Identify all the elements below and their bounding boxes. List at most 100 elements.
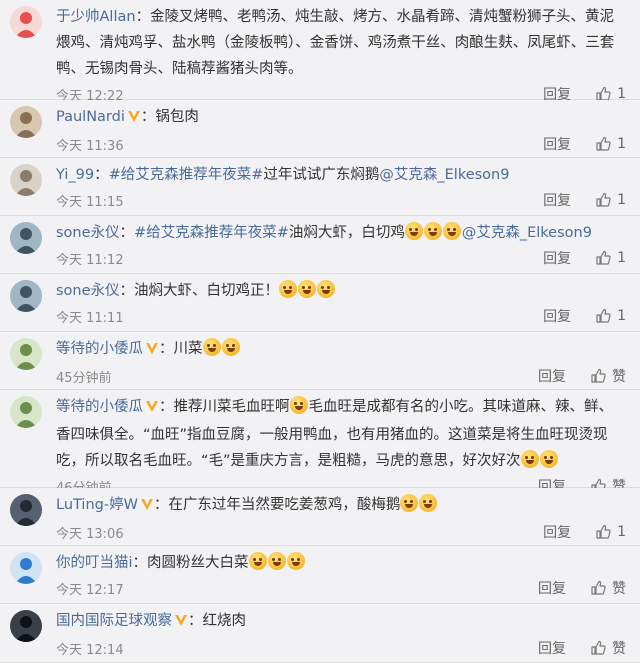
avatar[interactable] xyxy=(10,106,42,138)
like-button[interactable]: 赞 xyxy=(590,638,626,658)
timestamp: 今天 12:14 xyxy=(56,642,124,658)
like-button[interactable]: 1 xyxy=(595,192,626,208)
comment-actions: 回复 1 xyxy=(543,134,626,154)
comment-meta: 今天 13:06 回复 1 xyxy=(56,520,626,544)
mention-link[interactable]: @艾克森_Elkeson9 xyxy=(462,225,592,241)
thumbs-up-icon xyxy=(596,192,611,207)
comment-body: 锅包肉 xyxy=(155,109,199,125)
avatar[interactable] xyxy=(10,552,42,584)
comment-actions: 回复 赞 xyxy=(538,638,626,658)
comment-text: 于少帅Allan：金陵叉烤鸭、老鸭汤、炖生敲、烤方、水晶肴蹄、清炖蟹粉狮子头、黄… xyxy=(56,9,615,77)
username-link[interactable]: 你的叮当猫i xyxy=(56,555,133,571)
comment-item: sone永仪：#给艾克森推荐年夜菜#油焖大虾，白切鸡 @艾克森_Elkeson9 今… xyxy=(0,216,640,274)
avatar[interactable] xyxy=(10,164,42,196)
verified-badge-icon xyxy=(145,338,159,364)
username-link[interactable]: Yi_99 xyxy=(56,167,94,183)
avatar[interactable] xyxy=(10,494,42,526)
like-count: 1 xyxy=(617,308,626,324)
comment-text: sone永仪：油焖大虾、白切鸡正！ xyxy=(56,278,626,304)
hashtag-link[interactable]: #给艾克森推荐年夜菜# xyxy=(109,167,264,183)
emoji-icon xyxy=(289,396,308,414)
avatar[interactable] xyxy=(10,6,42,38)
comment-body: 川菜 xyxy=(173,341,203,357)
comment-meta: 今天 11:15 回复 1 xyxy=(56,188,626,212)
thumbs-up-icon xyxy=(591,368,606,383)
username-link[interactable]: sone永仪 xyxy=(56,283,120,299)
like-count: 1 xyxy=(617,524,626,540)
comment-text: sone永仪：#给艾克森推荐年夜菜#油焖大虾，白切鸡 @艾克森_Elkeson9 xyxy=(56,220,626,246)
comment-text: PaulNardi ：锅包肉 xyxy=(56,104,626,132)
thumbs-up-icon xyxy=(596,250,611,265)
comment-actions: 回复 赞 xyxy=(538,366,626,386)
comment-body: 金陵叉烤鸭、老鸭汤、炖生敲、烤方、水晶肴蹄、清炖蟹粉狮子头、黄泥煨鸡、清炖鸡孚、… xyxy=(56,9,615,77)
like-button[interactable]: 赞 xyxy=(590,578,626,598)
like-button[interactable]: 1 xyxy=(595,250,626,266)
mention-link[interactable]: @艾克森_Elkeson9 xyxy=(379,167,509,183)
reply-button[interactable]: 回复 xyxy=(538,638,566,658)
like-count: 赞 xyxy=(612,641,626,657)
username-link[interactable]: LuTing-婷W xyxy=(56,497,138,513)
comment-item: PaulNardi ：锅包肉今天 11:36 回复 1 xyxy=(0,100,640,158)
emoji-icon xyxy=(248,552,267,570)
like-count: 赞 xyxy=(612,369,626,385)
comment-actions: 回复 1 xyxy=(543,190,626,210)
username-link[interactable]: 等待的小倭瓜 xyxy=(56,399,143,415)
timestamp: 今天 11:36 xyxy=(56,138,124,154)
verified-badge-icon xyxy=(145,396,159,422)
like-count: 1 xyxy=(617,250,626,266)
avatar[interactable] xyxy=(10,396,42,428)
like-count: 1 xyxy=(617,192,626,208)
username-link[interactable]: 等待的小倭瓜 xyxy=(56,341,143,357)
reply-button[interactable]: 回复 xyxy=(543,522,571,542)
like-count: 1 xyxy=(617,136,626,152)
timestamp: 今天 13:06 xyxy=(56,526,124,542)
timestamp: 今天 11:12 xyxy=(56,252,124,268)
username-link[interactable]: 于少帅Allan xyxy=(56,9,136,25)
comment-meta: 今天 11:11 回复 1 xyxy=(56,304,626,328)
avatar[interactable] xyxy=(10,338,42,370)
username-link[interactable]: 国内国际足球观察 xyxy=(56,613,172,629)
emoji-icon xyxy=(298,280,317,298)
comment-text: 等待的小倭瓜 ：推荐川菜毛血旺啊 毛血旺是成都有名的小吃。其味道麻、辣、鲜、香四味俱… xyxy=(56,394,626,474)
like-button[interactable]: 1 xyxy=(595,308,626,324)
like-button[interactable]: 1 xyxy=(595,524,626,540)
like-count: 赞 xyxy=(612,581,626,597)
thumbs-up-icon xyxy=(596,524,611,539)
emoji-icon xyxy=(400,494,419,512)
username-link[interactable]: sone永仪 xyxy=(56,225,120,241)
comment-item: 你的叮当猫i：肉圆粉丝大白菜 今天 12:17 回复 赞 xyxy=(0,546,640,604)
emoji-icon xyxy=(419,494,438,512)
username-link[interactable]: PaulNardi xyxy=(56,109,125,125)
reply-button[interactable]: 回复 xyxy=(538,366,566,386)
reply-button[interactable]: 回复 xyxy=(538,578,566,598)
comment-meta: 今天 12:17 回复 赞 xyxy=(56,576,626,600)
comment-text: LuTing-婷W ：在广东过年当然要吃姜葱鸡，酸梅鹅 xyxy=(56,492,626,520)
timestamp: 今天 11:11 xyxy=(56,310,124,326)
reply-button[interactable]: 回复 xyxy=(543,134,571,154)
emoji-icon xyxy=(267,552,286,570)
emoji-icon xyxy=(539,450,558,468)
like-button[interactable]: 1 xyxy=(595,136,626,152)
reply-button[interactable]: 回复 xyxy=(543,248,571,268)
comment-item: 等待的小倭瓜 ：推荐川菜毛血旺啊 毛血旺是成都有名的小吃。其味道麻、辣、鲜、香四味俱… xyxy=(0,390,640,496)
comment-actions: 回复 1 xyxy=(543,522,626,542)
comment-body: 推荐川菜毛血旺啊 xyxy=(173,399,290,415)
reply-button[interactable]: 回复 xyxy=(543,190,571,210)
avatar[interactable] xyxy=(10,280,42,312)
timestamp: 今天 11:15 xyxy=(56,194,124,210)
avatar[interactable] xyxy=(10,222,42,254)
avatar[interactable] xyxy=(10,610,42,642)
hashtag-link[interactable]: #给艾克森推荐年夜菜# xyxy=(134,225,289,241)
comment-actions: 回复 1 xyxy=(543,248,626,268)
like-button[interactable]: 赞 xyxy=(590,366,626,386)
verified-badge-icon xyxy=(127,106,141,132)
comment-text: 等待的小倭瓜 ：川菜 xyxy=(56,336,626,364)
comment-meta: 今天 11:36 回复 1 xyxy=(56,132,626,156)
comment-meta: 今天 11:12 回复 1 xyxy=(56,246,626,270)
comment-body: 油焖大虾、白切鸡正！ xyxy=(134,283,280,299)
reply-button[interactable]: 回复 xyxy=(543,306,571,326)
emoji-icon xyxy=(404,222,423,240)
comment-body: 油焖大虾，白切鸡 xyxy=(288,225,405,241)
emoji-icon xyxy=(520,450,539,468)
comment-actions: 回复 1 xyxy=(543,306,626,326)
